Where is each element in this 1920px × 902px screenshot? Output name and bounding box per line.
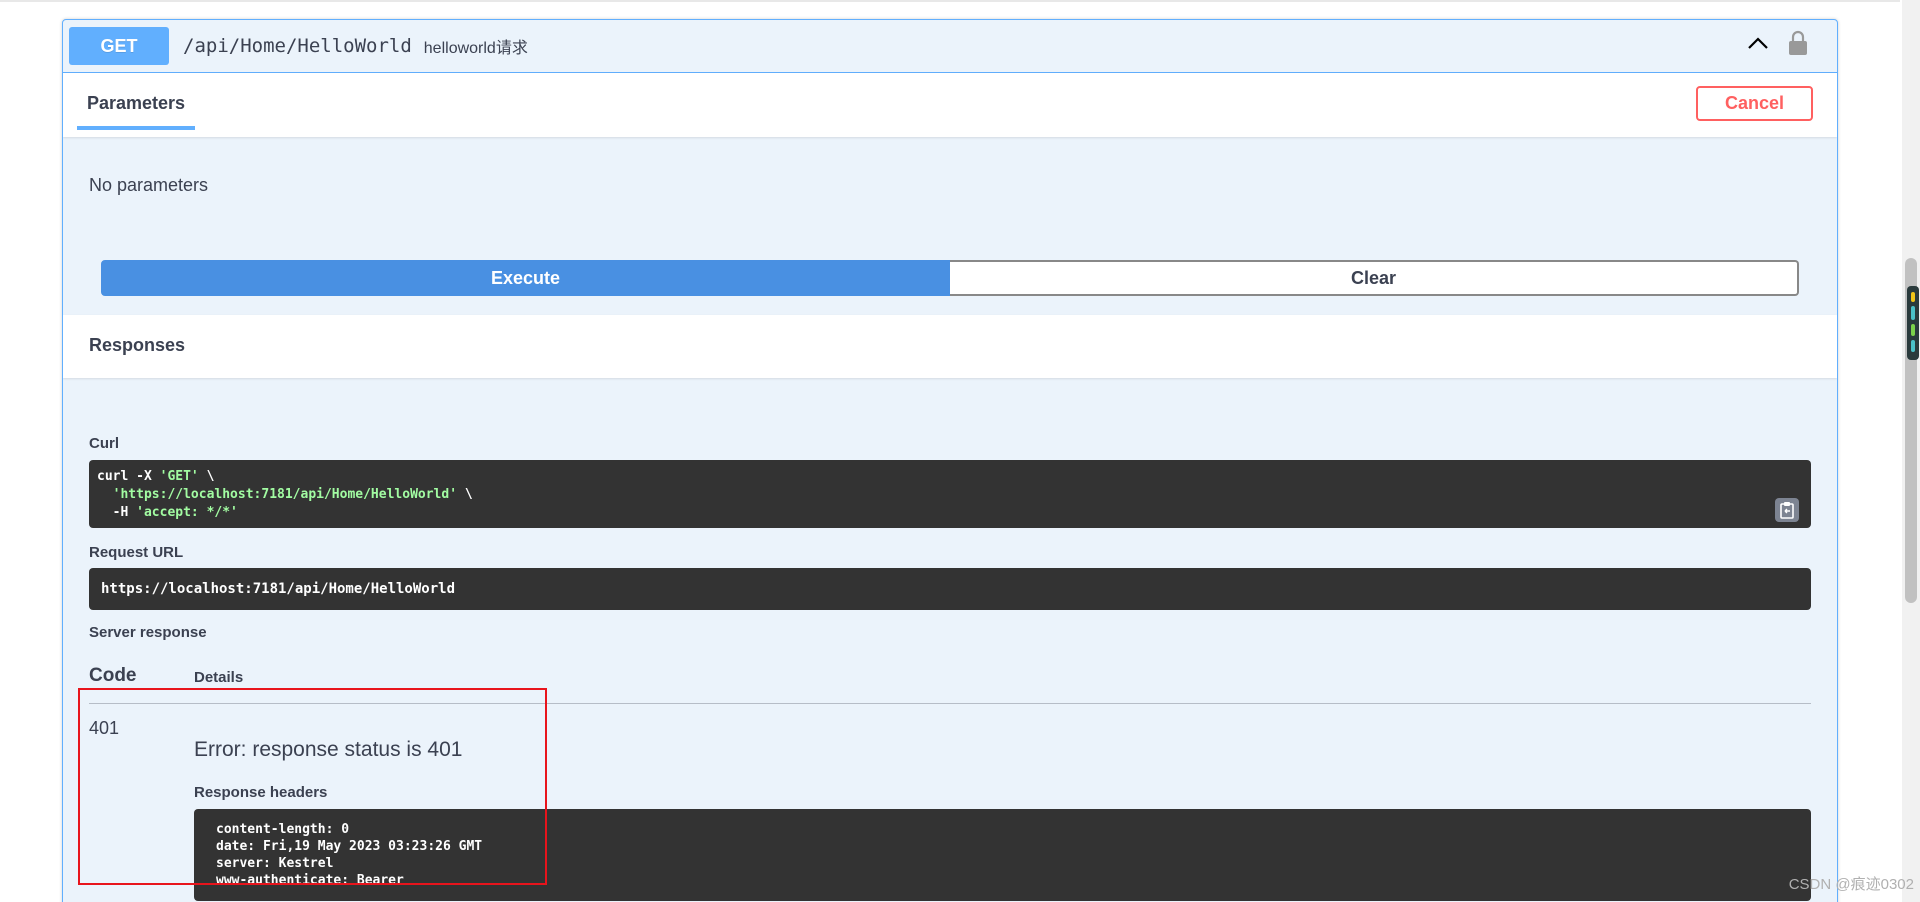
request-url-label: Request URL bbox=[89, 544, 184, 561]
table-divider bbox=[89, 703, 1811, 704]
header-line: content-length: 0 bbox=[216, 822, 350, 837]
curl-line3-prefix: -H bbox=[97, 505, 137, 520]
no-parameters-text: No parameters bbox=[89, 175, 209, 195]
curl-url: 'https://localhost:7181/api/Home/HelloWo… bbox=[112, 487, 458, 502]
side-widget-icon[interactable] bbox=[1907, 286, 1919, 360]
execute-wrapper: Execute Clear bbox=[101, 260, 1799, 296]
tab-parameters[interactable]: Parameters bbox=[77, 93, 196, 130]
execute-button[interactable]: Execute bbox=[101, 260, 950, 296]
curl-line1-prefix: curl -X bbox=[97, 469, 160, 484]
operation-block-get: GET /api/Home/HelloWorld helloworld请求 Pa… bbox=[62, 19, 1838, 902]
top-divider bbox=[0, 0, 1900, 2]
column-header-details: Details bbox=[194, 669, 244, 686]
response-error-text: Error: response status is 401 bbox=[194, 738, 463, 761]
swagger-page: GET /api/Home/HelloWorld helloworld请求 Pa… bbox=[0, 0, 1920, 902]
header-line: date: Fri,19 May 2023 03:23:26 GMT bbox=[216, 839, 483, 854]
curl-command-block[interactable]: curl -X 'GET' \ 'https://localhost:7181/… bbox=[89, 460, 1811, 528]
copy-to-clipboard-button[interactable] bbox=[1775, 498, 1799, 522]
curl-line2-suffix: \ bbox=[457, 487, 473, 502]
curl-label: Curl bbox=[89, 435, 119, 452]
response-status-code: 401 bbox=[89, 718, 120, 738]
column-header-code: Code bbox=[89, 665, 137, 686]
responses-header: Responses bbox=[63, 315, 1837, 378]
clipboard-icon bbox=[1780, 502, 1794, 519]
operation-description: helloworld请求 bbox=[423, 40, 528, 57]
responses-title: Responses bbox=[89, 335, 186, 355]
method-badge: GET bbox=[69, 27, 169, 65]
curl-line1-suffix: \ bbox=[198, 469, 215, 484]
operation-path: /api/Home/HelloWorld bbox=[183, 35, 412, 57]
server-response-label: Server response bbox=[89, 624, 207, 641]
curl-accept-header: 'accept: */*' bbox=[136, 505, 238, 520]
operation-summary[interactable]: GET /api/Home/HelloWorld helloworld请求 bbox=[63, 20, 1837, 73]
response-headers-block[interactable]: content-length: 0 date: Fri,19 May 2023 … bbox=[194, 809, 1811, 901]
curl-method: 'GET' bbox=[159, 469, 199, 484]
watermark-text: CSDN @痕迹0302 bbox=[1788, 876, 1914, 893]
summary-controls bbox=[1745, 30, 1809, 56]
header-line: www-authenticate: Bearer bbox=[216, 873, 404, 888]
chevron-up-icon[interactable] bbox=[1745, 30, 1771, 56]
header-line: server: Kestrel bbox=[216, 856, 334, 871]
lock-icon[interactable] bbox=[1787, 30, 1809, 56]
response-headers-label: Response headers bbox=[194, 784, 328, 801]
clear-button[interactable]: Clear bbox=[950, 260, 1799, 296]
request-url-block[interactable]: https://localhost:7181/api/Home/HelloWor… bbox=[89, 568, 1811, 610]
cancel-button[interactable]: Cancel bbox=[1696, 86, 1813, 121]
parameters-header: Parameters Cancel bbox=[63, 73, 1837, 137]
